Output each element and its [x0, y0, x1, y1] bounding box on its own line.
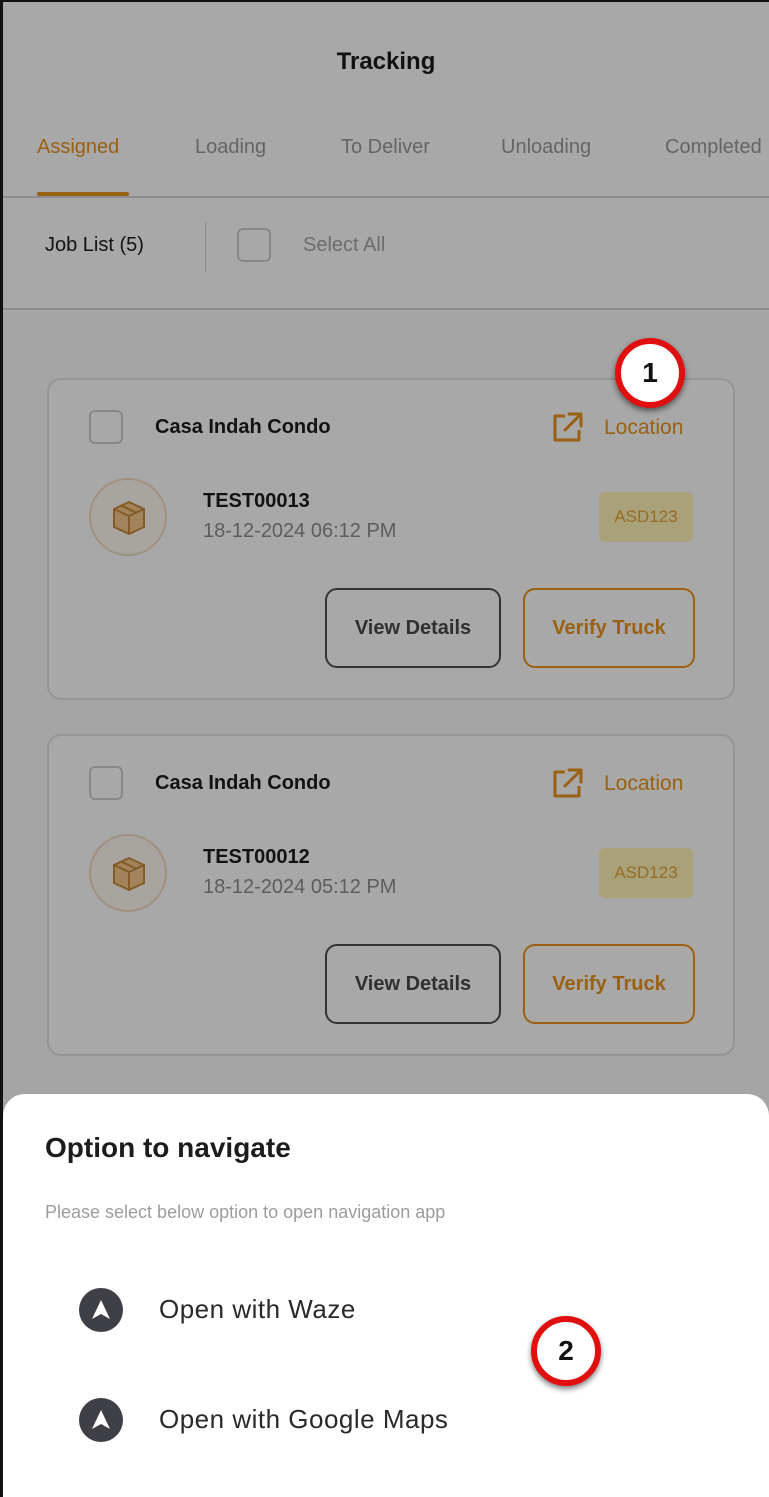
sheet-subtitle: Please select below option to open navig… — [45, 1202, 446, 1222]
navigation-options-sheet: Option to navigate Please select below o… — [3, 1094, 769, 1497]
option-label: Open with Google Maps — [159, 1404, 449, 1434]
option-label: Open with Waze — [159, 1294, 356, 1324]
navigation-arrow-icon — [79, 1398, 123, 1442]
callout-marker-1: 1 — [615, 338, 685, 408]
open-with-google-maps-option[interactable]: Open with Google Maps — [3, 1380, 769, 1460]
open-with-waze-option[interactable]: Open with Waze — [3, 1270, 769, 1350]
app-screen: Tracking Assigned Loading To Deliver Unl… — [0, 0, 769, 1497]
navigation-arrow-icon — [79, 1288, 123, 1332]
sheet-title: Option to navigate — [45, 1132, 291, 1163]
callout-marker-2: 2 — [531, 1316, 601, 1386]
callout-number: 1 — [642, 357, 658, 388]
callout-number: 2 — [558, 1335, 574, 1366]
